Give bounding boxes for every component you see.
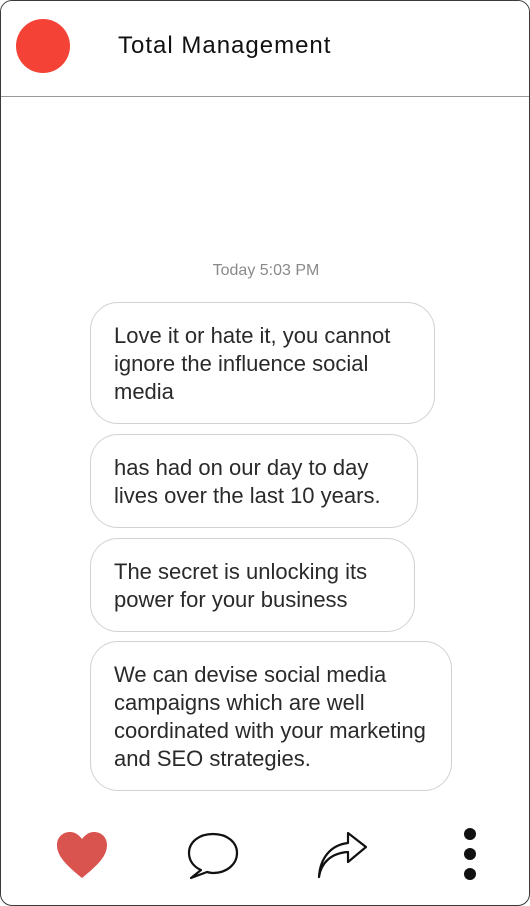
message-bubble: has had on our day to day lives over the…	[90, 434, 418, 528]
message-bubble: The secret is unlocking its power for yo…	[90, 538, 415, 632]
page-title: Total Management	[118, 32, 332, 59]
message-bubble: We can devise social media campaigns whi…	[90, 641, 452, 791]
comment-icon[interactable]	[187, 831, 239, 881]
message-bubble: Love it or hate it, you cannot ignore th…	[90, 302, 435, 424]
post-card: Total Management Today 5:03 PM Love it o…	[0, 0, 530, 906]
more-icon[interactable]	[456, 827, 484, 881]
message-text: has had on our day to day lives over the…	[114, 455, 381, 508]
message-text: We can devise social media campaigns whi…	[114, 662, 426, 771]
heart-icon[interactable]	[56, 831, 108, 881]
message-timestamp: Today 5:03 PM	[212, 262, 320, 279]
share-icon[interactable]	[315, 831, 369, 881]
header: Total Management	[1, 1, 529, 97]
message-text: Love it or hate it, you cannot ignore th…	[114, 323, 391, 404]
message-text: The secret is unlocking its power for yo…	[114, 559, 368, 612]
avatar[interactable]	[16, 19, 70, 73]
